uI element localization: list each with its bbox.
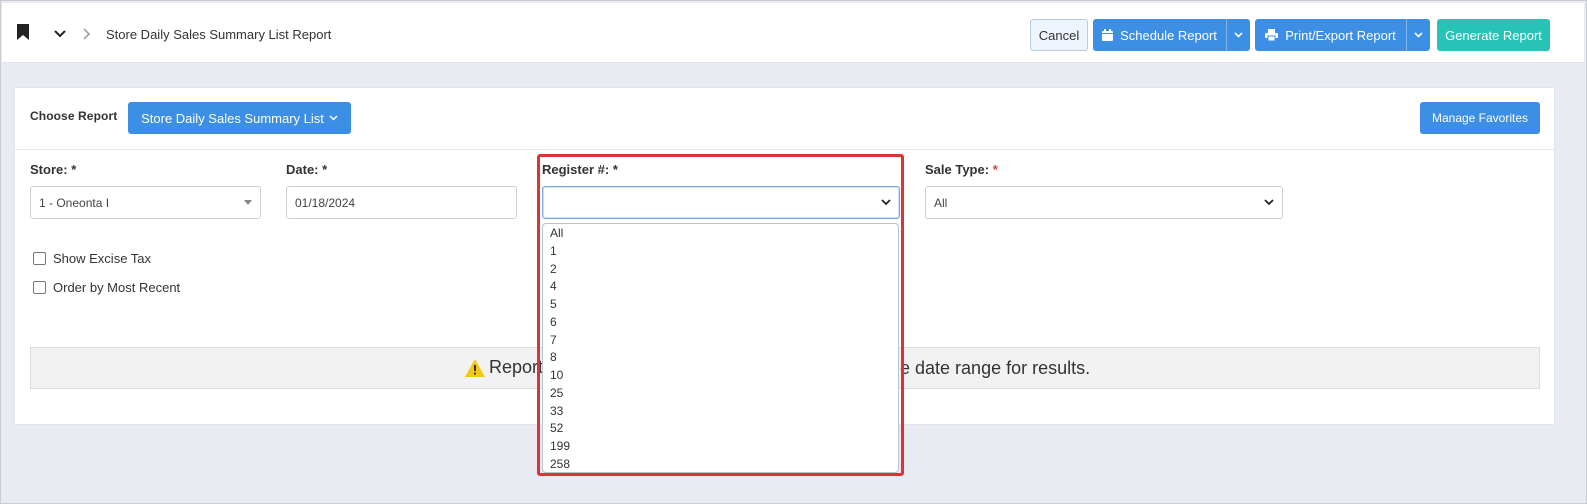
register-label: Register #: *	[542, 162, 618, 177]
register-option[interactable]: 2	[550, 262, 557, 276]
sale-type-select[interactable]: All	[925, 186, 1283, 219]
dropdown-arrow-icon	[244, 200, 252, 205]
checkbox-box[interactable]	[33, 281, 46, 294]
divider	[15, 149, 1554, 150]
order-most-recent-label: Order by Most Recent	[53, 280, 181, 295]
order-most-recent-checkbox[interactable]: Order by Most Recent	[33, 280, 180, 295]
chevron-down-icon	[1264, 199, 1274, 206]
choose-report-label: Choose Report	[30, 109, 118, 123]
page-title: Store Daily Sales Summary List Report	[106, 27, 332, 42]
choose-report-button[interactable]: Store Daily Sales Summary List	[128, 102, 351, 134]
warning-icon	[465, 358, 485, 377]
chevron-right-icon	[83, 28, 91, 40]
register-option[interactable]: 7	[550, 333, 557, 347]
choose-report-value: Store Daily Sales Summary List	[141, 110, 324, 126]
cancel-button[interactable]: Cancel	[1030, 19, 1088, 51]
register-option[interactable]: 33	[550, 404, 563, 418]
calendar-icon	[1102, 29, 1114, 41]
store-select[interactable]: 1 - Oneonta I	[30, 186, 261, 219]
register-option[interactable]: 52	[550, 421, 563, 435]
register-option[interactable]: 6	[550, 315, 557, 329]
schedule-report-button[interactable]: Schedule Report	[1093, 19, 1226, 51]
date-value: 01/18/2024	[295, 195, 356, 210]
chevron-down-icon[interactable]	[54, 30, 66, 38]
register-option[interactable]: 8	[550, 350, 557, 364]
chevron-down-icon	[329, 115, 338, 121]
notice-text-right: he date range for results.	[890, 358, 1091, 378]
chevron-down-icon	[881, 199, 891, 206]
register-option[interactable]: All	[550, 226, 563, 240]
manage-favorites-button[interactable]: Manage Favorites	[1420, 102, 1540, 134]
register-option[interactable]: 199	[550, 439, 570, 453]
printer-icon	[1265, 29, 1279, 41]
register-options-list	[542, 223, 899, 473]
print-export-dropdown[interactable]	[1406, 19, 1430, 51]
checkbox-box[interactable]	[33, 252, 46, 265]
print-export-label: Print/Export Report	[1285, 27, 1396, 43]
store-value: 1 - Oneonta I	[39, 195, 110, 210]
register-option[interactable]: 10	[550, 368, 563, 382]
bookmark-icon[interactable]	[17, 24, 29, 40]
date-label: Date: *	[286, 162, 328, 177]
chevron-down-icon	[1234, 32, 1243, 38]
show-excise-tax-checkbox[interactable]: Show Excise Tax	[33, 251, 151, 266]
sale-type-value: All	[934, 195, 948, 210]
generate-report-button[interactable]: Generate Report	[1437, 19, 1550, 51]
chevron-down-icon	[1414, 32, 1423, 38]
sale-type-label: Sale Type: *	[925, 162, 998, 177]
schedule-report-label: Schedule Report	[1120, 27, 1217, 43]
register-option[interactable]: 5	[550, 297, 557, 311]
schedule-report-dropdown[interactable]	[1226, 19, 1250, 51]
notice-text-left: Report	[465, 357, 543, 378]
show-excise-tax-label: Show Excise Tax	[53, 251, 152, 266]
register-option[interactable]: 25	[550, 386, 563, 400]
date-input[interactable]: 01/18/2024	[286, 186, 517, 219]
store-label: Store: *	[30, 162, 77, 177]
register-option[interactable]: 258	[550, 457, 570, 471]
register-option[interactable]: 4	[550, 279, 557, 293]
register-select[interactable]	[542, 186, 900, 219]
print-export-button[interactable]: Print/Export Report	[1255, 19, 1406, 51]
register-option[interactable]: 1	[550, 244, 557, 258]
